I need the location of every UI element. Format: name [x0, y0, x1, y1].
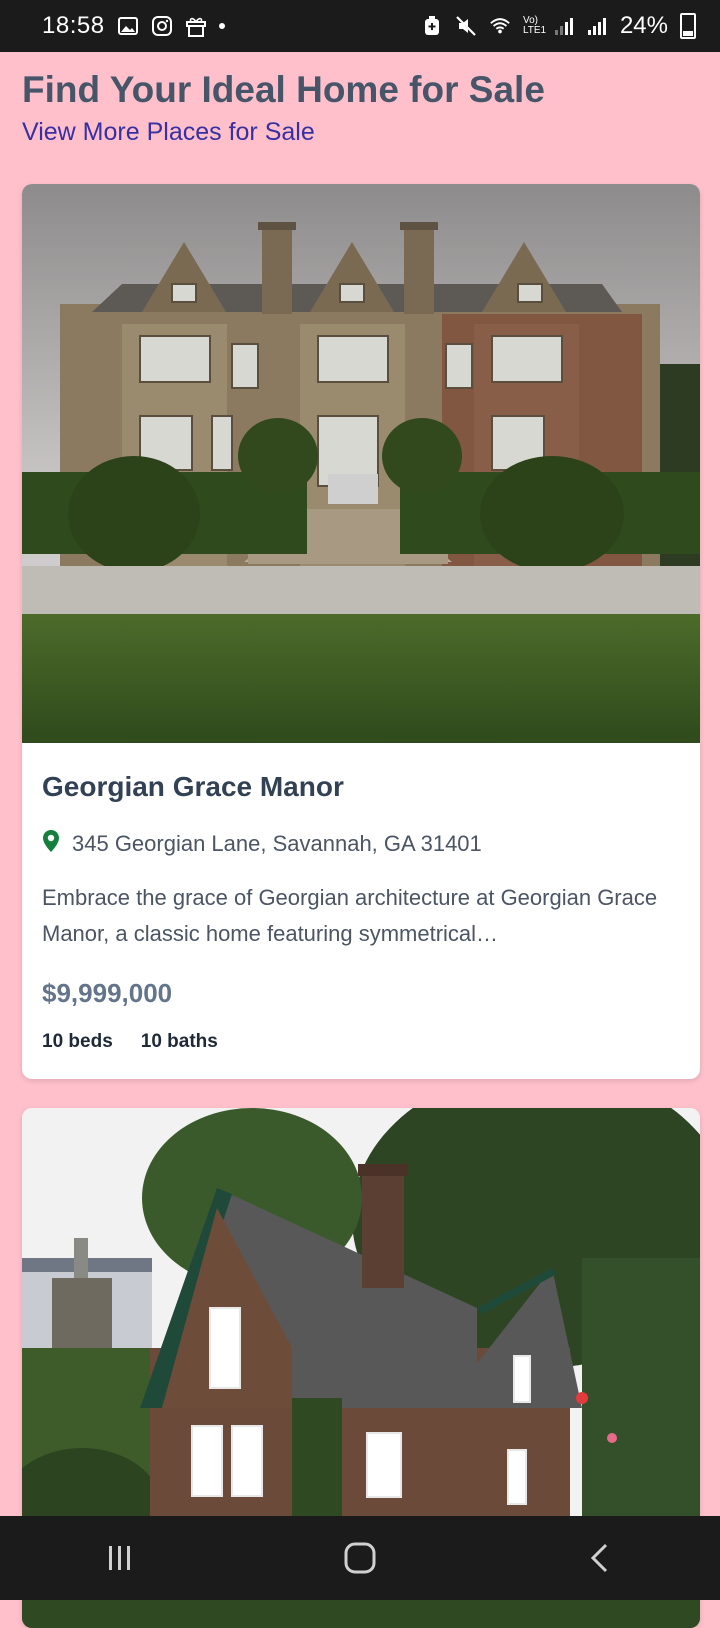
recents-icon[interactable] [80, 1528, 160, 1588]
listing-specs: 10 beds 10 baths [42, 1031, 680, 1053]
home-icon[interactable] [320, 1528, 400, 1588]
listing-details: Georgian Grace Manor 345 Georgian Lane, … [22, 743, 700, 1053]
lte-signal-icon: Vo) LTE1 [523, 16, 574, 36]
listing-card[interactable]: Georgian Grace Manor 345 Georgian Lane, … [22, 184, 700, 1079]
page-header: Find Your Ideal Home for Sale View More … [22, 66, 698, 147]
battery-saver-icon [421, 15, 443, 37]
lte-label: Vo) LTE1 [522, 15, 547, 36]
mute-icon [455, 15, 477, 37]
gallery-icon [117, 15, 139, 37]
listing-price: $9,999,000 [42, 978, 173, 1008]
listing-description: Embrace the grace of Georgian architectu… [42, 885, 658, 946]
battery-percent: 24% [619, 12, 668, 39]
listing-photo-manor [22, 184, 700, 743]
location-pin-icon [42, 829, 60, 858]
listing-address: 345 Georgian Lane, Savannah, GA 31401 [42, 829, 680, 858]
system-nav-bar [0, 1516, 720, 1600]
status-time: 18:58 [42, 12, 105, 39]
view-more-link[interactable]: View More Places for Sale [22, 118, 315, 147]
baths-count: 10 baths [140, 1031, 218, 1052]
listing-title: Georgian Grace Manor [42, 771, 344, 802]
gift-icon [185, 15, 207, 37]
cell-signal-icon [586, 15, 608, 37]
notification-dot [218, 23, 225, 29]
back-icon[interactable] [560, 1528, 640, 1588]
instagram-icon [151, 15, 173, 37]
beds-count: 10 beds [42, 1031, 113, 1052]
wifi-icon [489, 15, 511, 37]
address-text: 345 Georgian Lane, Savannah, GA 31401 [72, 830, 482, 856]
page-title: Find Your Ideal Home for Sale [22, 69, 545, 110]
status-bar: 18:58 Vo) LTE1 24% [0, 0, 720, 52]
battery-icon [680, 13, 696, 39]
